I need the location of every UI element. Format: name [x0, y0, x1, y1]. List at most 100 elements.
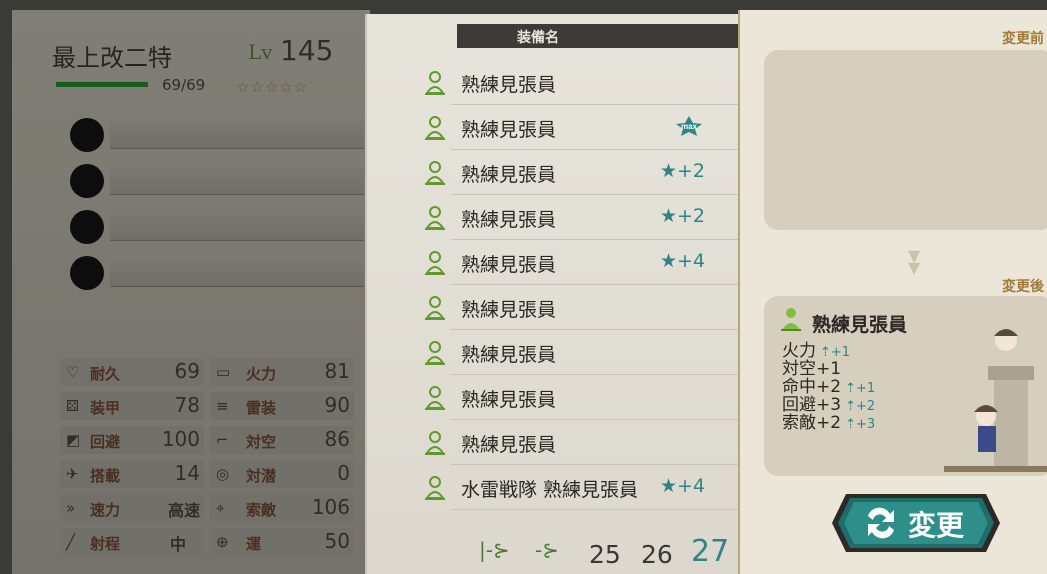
equip-slot-3[interactable] — [70, 210, 366, 244]
equipment-row[interactable]: 熟練見張員 ★+2 — [425, 195, 747, 240]
stat-label: 運 — [246, 535, 262, 553]
stat-value: 0 — [337, 461, 350, 485]
lookout-icon — [425, 341, 445, 365]
stat-label: 対潜 — [246, 467, 277, 485]
after-label: 変更後 — [1002, 279, 1044, 295]
page-27-current[interactable]: 27 — [691, 534, 729, 569]
stat-value: 81 — [324, 359, 350, 383]
stat-label: 射程 — [90, 535, 121, 553]
proficiency-badge: ★+4 — [659, 475, 705, 497]
lookout-icon — [425, 431, 445, 455]
empty-slot-icon — [70, 118, 104, 152]
range-icon: ╱ — [66, 533, 76, 551]
lookout-icon — [425, 251, 445, 275]
anti-air-icon: ⌐ — [216, 431, 229, 449]
star-rating: ☆☆☆☆☆ — [236, 78, 309, 96]
stat-label: 速力 — [90, 501, 121, 519]
first-page-icon[interactable]: |-⊱ — [479, 538, 510, 562]
equipment-name: 熟練見張員 — [461, 344, 557, 366]
stat-label: 回避 — [90, 433, 121, 451]
equipment-name: 熟練見張員 — [461, 164, 557, 186]
ship-level: 145 — [280, 34, 334, 67]
stat-label: 耐久 — [90, 365, 121, 383]
equipment-name: 熟練見張員 — [461, 434, 557, 456]
hp-text: 69/69 — [162, 76, 206, 94]
stat-value: 90 — [324, 393, 350, 417]
equipment-name: 水雷戦隊 熟練見張員 — [461, 479, 639, 501]
equip-slot-1[interactable] — [70, 118, 366, 152]
stat-label: 装甲 — [90, 399, 121, 417]
bonus-line: 索敵+2 ⇡+3 — [782, 413, 876, 433]
proficiency-badge: ★+4 — [659, 250, 705, 272]
lookout-icon — [425, 386, 445, 410]
prev-page-icon[interactable]: -⊱ — [535, 538, 559, 562]
lookout-icon — [425, 116, 445, 140]
lookout-icon — [425, 71, 445, 95]
fairy-illustration — [944, 329, 1047, 472]
before-label: 変更前 — [1002, 31, 1044, 47]
firepower-icon: ▭ — [216, 363, 231, 381]
equipment-list-panel: 装備名 熟練見張員 熟練見張員 max 熟練見張員 ★+2 熟練見張員 ★+2 熟練見張員 ★+… — [365, 14, 767, 574]
max-proficiency-icon: max — [676, 116, 702, 136]
page-25[interactable]: 25 — [589, 540, 621, 569]
armor-icon: ⚄ — [66, 397, 80, 415]
svg-text:max: max — [681, 122, 698, 131]
stat-value: 高速 — [167, 501, 200, 520]
ship-name: 最上改二特 — [52, 44, 172, 72]
stat-label: 搭載 — [90, 467, 121, 485]
bonus-line: 対空+1 — [782, 359, 842, 379]
equipment-row[interactable]: 熟練見張員 — [425, 285, 747, 330]
empty-slot-icon — [70, 210, 104, 244]
equipment-name: 熟練見張員 — [461, 74, 557, 96]
page-26[interactable]: 26 — [641, 540, 673, 569]
empty-slot-icon — [70, 164, 104, 198]
stat-value: 86 — [324, 427, 350, 451]
down-arrow-icon: ▼ ▼ — [908, 246, 921, 277]
equipment-row[interactable]: 熟練見張員 max — [425, 105, 747, 150]
los-icon: ⌖ — [216, 499, 225, 517]
ship-panel: 最上改二特 Lv 145 69/69 ☆☆☆☆☆ ♡ 耐久 69 ▭ 火力 81… — [12, 10, 370, 574]
stat-value: 中 — [169, 535, 186, 554]
stat-value: 100 — [161, 427, 200, 451]
stats-grid: ♡ 耐久 69 ▭ 火力 81 ⚄ 装甲 78 ≡ 雷装 90 ◩ 回避 100… — [60, 358, 370, 568]
list-header: 装備名 — [457, 24, 757, 48]
equip-slot-2[interactable] — [70, 164, 366, 198]
equipment-row[interactable]: 熟練見張員 — [425, 375, 747, 420]
equipment-row[interactable]: 熟練見張員 — [425, 330, 747, 375]
asw-icon: ◎ — [216, 465, 230, 483]
equipment-row[interactable]: 水雷戦隊 熟練見張員 ★+4 — [425, 465, 747, 510]
lookout-icon — [425, 206, 445, 230]
equipment-row[interactable]: 熟練見張員 — [425, 420, 747, 465]
luck-icon: ⊕ — [216, 533, 229, 551]
hp-icon: ♡ — [66, 363, 80, 381]
stat-label: 対空 — [246, 433, 277, 451]
stat-label: 索敵 — [246, 501, 277, 519]
equipment-row[interactable]: 熟練見張員 ★+2 — [425, 150, 747, 195]
before-box — [764, 50, 1047, 230]
torpedo-icon: ≡ — [216, 397, 229, 415]
empty-slot-icon — [70, 256, 104, 290]
stat-label: 雷装 — [246, 399, 277, 417]
detail-panel: 変更前 ▼ ▼ 変更後 熟練見張員 火力 ⇡+1 対空+1 命中+2 ⇡+1 回避+3… — [738, 10, 1047, 574]
stat-value: 69 — [174, 359, 200, 383]
aircraft-icon: ✈ — [66, 465, 79, 483]
lookout-icon — [425, 161, 445, 185]
equip-slot-4[interactable] — [70, 256, 366, 290]
equipment-row[interactable]: 熟練見張員 ★+4 — [425, 240, 747, 285]
stat-value: 106 — [311, 495, 350, 519]
stat-label: 火力 — [246, 365, 277, 383]
stat-value: 78 — [174, 393, 200, 417]
after-equip-name: 熟練見張員 — [812, 314, 908, 336]
equipment-name: 熟練見張員 — [461, 119, 557, 141]
equipment-name: 熟練見張員 — [461, 299, 557, 321]
speed-icon: » — [66, 499, 76, 517]
change-button-label[interactable]: 変更 — [908, 504, 964, 544]
evasion-icon: ◩ — [66, 431, 81, 449]
level-label: Lv — [248, 40, 273, 64]
equipment-row[interactable]: 熟練見張員 — [425, 60, 747, 105]
lookout-icon — [425, 476, 445, 500]
stat-value: 50 — [324, 529, 350, 553]
equipment-name: 熟練見張員 — [461, 389, 557, 411]
equipment-name: 熟練見張員 — [461, 209, 557, 231]
proficiency-badge: ★+2 — [659, 205, 705, 227]
